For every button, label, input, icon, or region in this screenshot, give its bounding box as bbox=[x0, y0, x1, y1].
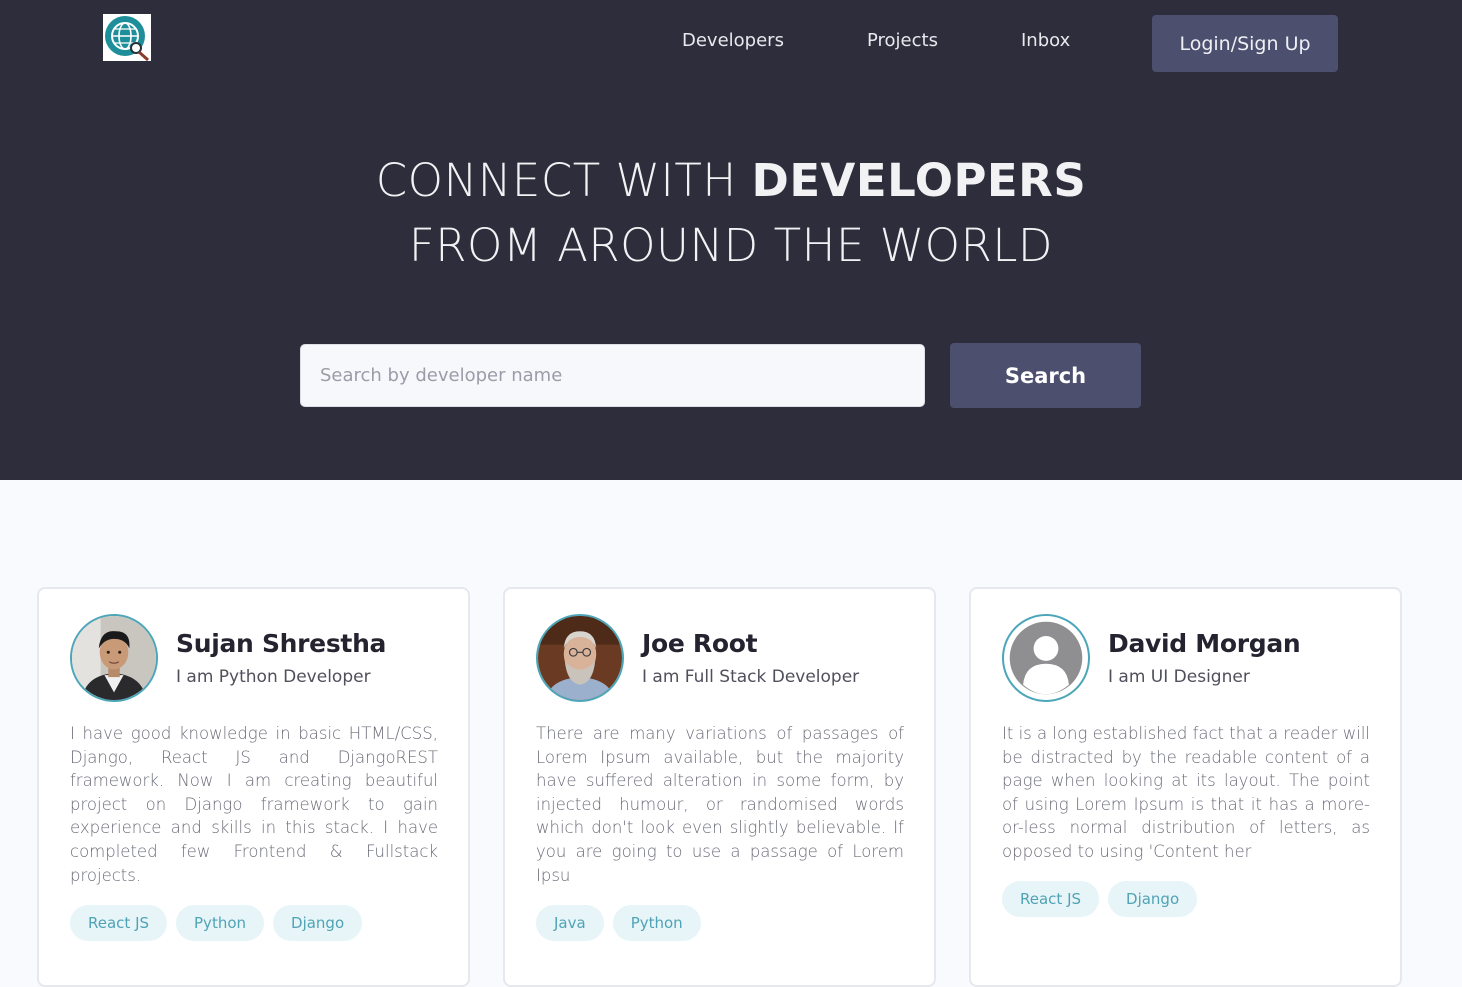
developer-name: Sujan Shrestha bbox=[176, 629, 387, 658]
headline-second-line: FROM AROUND THE WORLD bbox=[408, 219, 1054, 272]
skill-tags: React JS Python Django bbox=[70, 905, 363, 941]
search-button[interactable]: Search bbox=[950, 343, 1141, 408]
developer-bio: It is a long established fact that a rea… bbox=[1002, 724, 1370, 861]
developer-name: Joe Root bbox=[642, 629, 758, 658]
login-signup-button[interactable]: Login/Sign Up bbox=[1152, 15, 1338, 72]
developer-bio: There are many variations of passages of… bbox=[536, 724, 904, 885]
skill-tags: Java Python bbox=[536, 905, 701, 941]
nav-inbox[interactable]: Inbox bbox=[1021, 30, 1070, 51]
avatar bbox=[536, 614, 624, 702]
skill-tag[interactable]: React JS bbox=[1002, 881, 1100, 917]
developer-card[interactable]: Joe Root I am Full Stack Developer There… bbox=[503, 587, 936, 987]
headline-light-text: CONNECT WITH bbox=[375, 154, 752, 207]
developer-bio: I have good knowledge in basic HTML/CSS,… bbox=[70, 724, 438, 885]
skill-tag[interactable]: Django bbox=[1108, 881, 1198, 917]
nav-developers[interactable]: Developers bbox=[682, 30, 784, 51]
skill-tag[interactable]: Python bbox=[612, 905, 701, 941]
default-user-icon bbox=[1009, 621, 1083, 695]
developer-card[interactable]: David Morgan I am UI Designer It is a lo… bbox=[969, 587, 1402, 987]
skill-tags: React JS Django bbox=[1002, 881, 1198, 917]
developer-role: I am UI Designer bbox=[1108, 667, 1250, 687]
skill-tag[interactable]: Django bbox=[273, 905, 363, 941]
nav-projects[interactable]: Projects bbox=[867, 30, 938, 51]
skill-tag[interactable]: Python bbox=[176, 905, 265, 941]
skill-tag[interactable]: Java bbox=[536, 905, 604, 941]
site-logo[interactable] bbox=[103, 14, 151, 61]
developer-card[interactable]: Sujan Shrestha I am Python Developer I h… bbox=[37, 587, 470, 987]
developer-photo-icon bbox=[538, 616, 622, 700]
avatar bbox=[1002, 614, 1090, 702]
hero-section: Developers Projects Inbox Login/Sign Up … bbox=[0, 0, 1462, 480]
developer-name: David Morgan bbox=[1108, 629, 1301, 658]
developer-role: I am Python Developer bbox=[176, 667, 371, 687]
search-input[interactable] bbox=[300, 344, 925, 407]
headline-bold-text: DEVELOPERS bbox=[751, 154, 1087, 207]
skill-tag[interactable]: React JS bbox=[70, 905, 168, 941]
developer-photo-icon bbox=[72, 616, 156, 700]
page-headline: CONNECT WITH DEVELOPERS FROM AROUND THE … bbox=[0, 148, 1462, 278]
globe-search-icon bbox=[105, 16, 149, 61]
avatar bbox=[70, 614, 158, 702]
developer-role: I am Full Stack Developer bbox=[642, 667, 860, 687]
